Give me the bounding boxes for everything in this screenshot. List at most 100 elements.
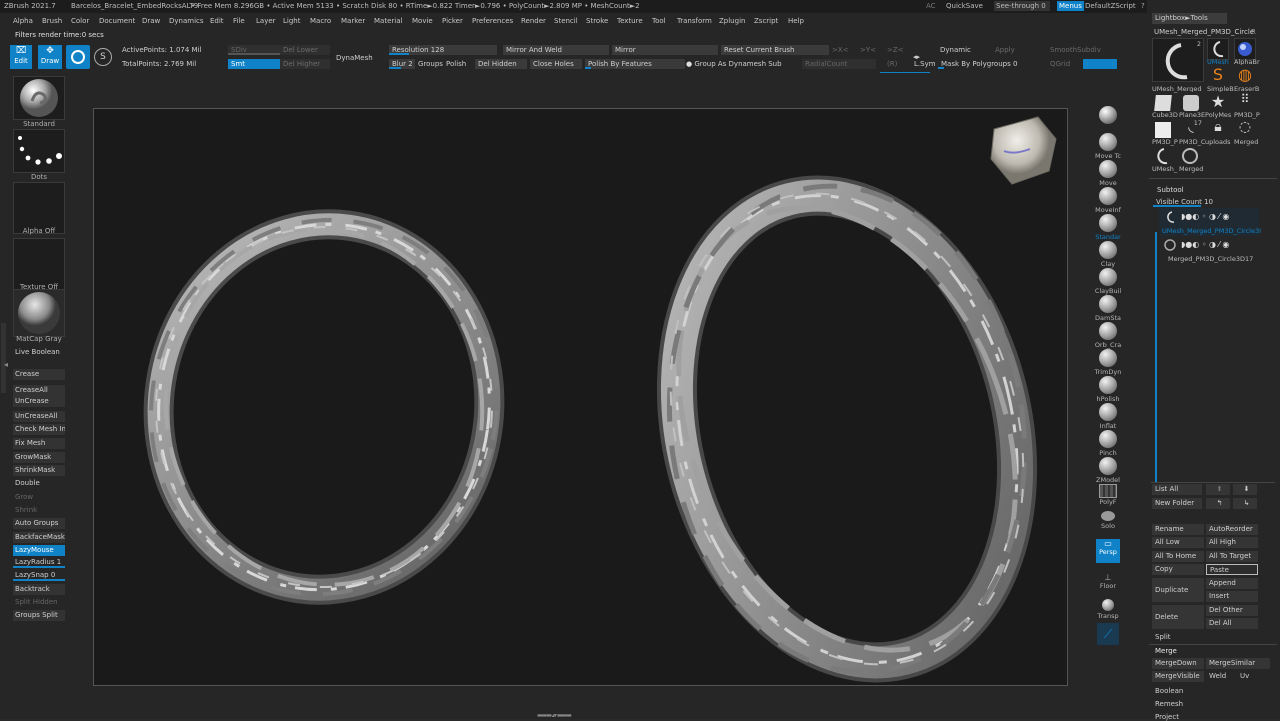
lazyradius-slider[interactable]: LazyRadius 1: [13, 557, 65, 568]
sculptris-icon[interactable]: [1093, 106, 1123, 125]
branch-up-icon[interactable]: ↰: [1206, 498, 1230, 509]
dynamesh-button[interactable]: DynaMesh: [336, 54, 373, 62]
merge-similar-button[interactable]: MergeSimilar: [1206, 658, 1270, 669]
menu-edit[interactable]: Edit: [210, 17, 224, 25]
del-all-button[interactable]: Del All: [1206, 618, 1258, 629]
left-collapse-arrow-icon[interactable]: ◂: [4, 360, 8, 374]
mirror-button[interactable]: Mirror: [612, 45, 718, 55]
lazysnap-slider[interactable]: LazySnap 0: [13, 570, 65, 581]
sdiv-slider[interactable]: SDiv: [228, 45, 280, 55]
del-hidden-button[interactable]: Del Hidden: [475, 59, 527, 69]
floor-button[interactable]: ⊥ Floor: [1093, 573, 1123, 590]
lsym-button[interactable]: L.Sym: [914, 60, 936, 68]
backfacemask-button[interactable]: BackfaceMask: [13, 532, 65, 543]
append-button[interactable]: Append: [1206, 578, 1258, 589]
lightbox-tools-button[interactable]: Lightbox►Tools: [1152, 13, 1227, 24]
tool-thumb-umesh[interactable]: [1207, 38, 1229, 60]
current-tool-thumbnail[interactable]: 2: [1152, 38, 1204, 82]
left-shelf-scroll-handle[interactable]: [1, 323, 6, 393]
subtool-title[interactable]: Subtool: [1157, 186, 1184, 194]
brush-inflat[interactable]: Inflat: [1093, 403, 1123, 430]
double-button[interactable]: Double: [13, 478, 65, 489]
uncrease-button[interactable]: UnCrease: [13, 396, 65, 407]
polish-features-slider[interactable]: Polish By Features: [585, 59, 685, 69]
tool-thumb-eraserbrush[interactable]: ◍: [1234, 65, 1256, 87]
copy-button[interactable]: Copy: [1152, 564, 1204, 575]
subtool-scrollbar[interactable]: [1155, 232, 1157, 482]
menu-stencil[interactable]: Stencil: [554, 17, 578, 25]
shrinkmask-button[interactable]: ShrinkMask: [13, 465, 65, 476]
sym-z-button[interactable]: >Z<: [887, 46, 904, 54]
autoreorder-button[interactable]: AutoReorder: [1206, 524, 1258, 535]
brush-thumbnail[interactable]: [13, 76, 65, 120]
menu-texture[interactable]: Texture: [617, 17, 643, 25]
menu-preferences[interactable]: Preferences: [472, 17, 513, 25]
auto-groups-button[interactable]: Auto Groups: [13, 518, 65, 529]
polyframe-button[interactable]: PolyF: [1093, 484, 1123, 506]
menu-material[interactable]: Material: [374, 17, 402, 25]
see-through-slider[interactable]: See-through 0: [994, 1, 1050, 11]
transp-button[interactable]: Transp: [1093, 599, 1123, 620]
close-holes-button[interactable]: Close Holes: [530, 59, 582, 69]
brush-moveinf[interactable]: MoveInf: [1093, 187, 1123, 214]
radial-r-button[interactable]: (R): [887, 60, 897, 68]
menu-transform[interactable]: Transform: [677, 17, 712, 25]
split-subpalette[interactable]: Split: [1155, 633, 1171, 641]
menu-light[interactable]: Light: [283, 17, 300, 25]
subtool-row-active[interactable]: ◗●◐ ◦ ◑ ⁄ ◉ UMesh_Merged_PM3D_Circle3I: [1159, 208, 1261, 236]
radial-count-slider[interactable]: RadialCount: [802, 59, 876, 69]
material-thumbnail[interactable]: [13, 289, 65, 337]
all-to-home-button[interactable]: All To Home: [1152, 551, 1204, 562]
brush-pinch[interactable]: Pinch: [1093, 430, 1123, 457]
grow-button[interactable]: Grow: [13, 492, 65, 503]
menu-brush[interactable]: Brush: [42, 17, 62, 25]
help-icon[interactable]: ?: [1141, 2, 1145, 10]
menu-help[interactable]: Help: [788, 17, 804, 25]
lock-camera-icon[interactable]: ⟋: [1097, 623, 1119, 645]
brush-move-tc[interactable]: Move Tc: [1093, 133, 1123, 160]
all-high-button[interactable]: All High: [1206, 537, 1258, 548]
list-all-button[interactable]: List All: [1152, 484, 1202, 495]
all-low-button[interactable]: All Low: [1152, 537, 1204, 548]
move-up-icon[interactable]: ⬆: [1206, 484, 1230, 495]
group-dynamesh-toggle[interactable]: ● Group As Dynamesh Sub: [686, 60, 782, 68]
current-tool-r-button[interactable]: R: [1251, 28, 1256, 36]
creaseall-button[interactable]: CreaseAll: [13, 385, 65, 396]
qgrid-button[interactable]: QGrid: [1050, 60, 1070, 68]
menus-button[interactable]: Menus: [1057, 1, 1084, 11]
menu-macro[interactable]: Macro: [310, 17, 331, 25]
subtool-row[interactable]: ◗●◐ ◦ ◑ ⁄ ◉ Merged_PM3D_Circle3D17: [1159, 236, 1259, 264]
tool-thumb-alphabrush[interactable]: [1234, 38, 1256, 60]
live-boolean-button[interactable]: Live Boolean: [13, 347, 65, 358]
blur-slider[interactable]: Blur 2: [389, 59, 415, 69]
mirror-weld-button[interactable]: Mirror And Weld: [503, 45, 609, 55]
apply-button[interactable]: Apply: [995, 46, 1015, 54]
stroke-thumbnail[interactable]: [13, 129, 65, 173]
all-to-target-button[interactable]: All To Target: [1206, 551, 1258, 562]
shrink-button[interactable]: Shrink: [13, 505, 65, 516]
move-gizmo-button[interactable]: [66, 45, 90, 69]
menu-file[interactable]: File: [233, 17, 245, 25]
menu-alpha[interactable]: Alpha: [13, 17, 33, 25]
brush-orb-cracks[interactable]: Orb_Cra: [1093, 322, 1123, 349]
smt-button[interactable]: Smt: [228, 59, 280, 69]
brush-standard[interactable]: Standar: [1093, 214, 1123, 241]
uv-toggle[interactable]: Uv: [1237, 671, 1259, 682]
sym-y-button[interactable]: >Y<: [860, 46, 876, 54]
new-folder-button[interactable]: New Folder: [1152, 498, 1202, 509]
tool-thumb-simplebrush[interactable]: S: [1207, 65, 1229, 87]
resolution-slider[interactable]: Resolution 128: [389, 45, 497, 55]
zscript-button[interactable]: DefaultZScript: [1085, 2, 1136, 10]
del-higher-button[interactable]: Del Higher: [280, 59, 330, 69]
menu-layer[interactable]: Layer: [256, 17, 276, 25]
merge-down-button[interactable]: MergeDown: [1152, 658, 1204, 669]
backtrack-button[interactable]: Backtrack: [13, 584, 65, 595]
merge-subpalette[interactable]: Merge: [1155, 647, 1177, 655]
smooth-subdiv-button[interactable]: SmoothSubdiv: [1050, 46, 1101, 54]
del-lower-button[interactable]: Del Lower: [280, 45, 330, 55]
menu-stroke[interactable]: Stroke: [586, 17, 608, 25]
menu-marker[interactable]: Marker: [341, 17, 365, 25]
brush-damstandard[interactable]: DamSta: [1093, 295, 1123, 322]
menu-picker[interactable]: Picker: [442, 17, 463, 25]
project-subpalette[interactable]: Project: [1155, 713, 1179, 721]
